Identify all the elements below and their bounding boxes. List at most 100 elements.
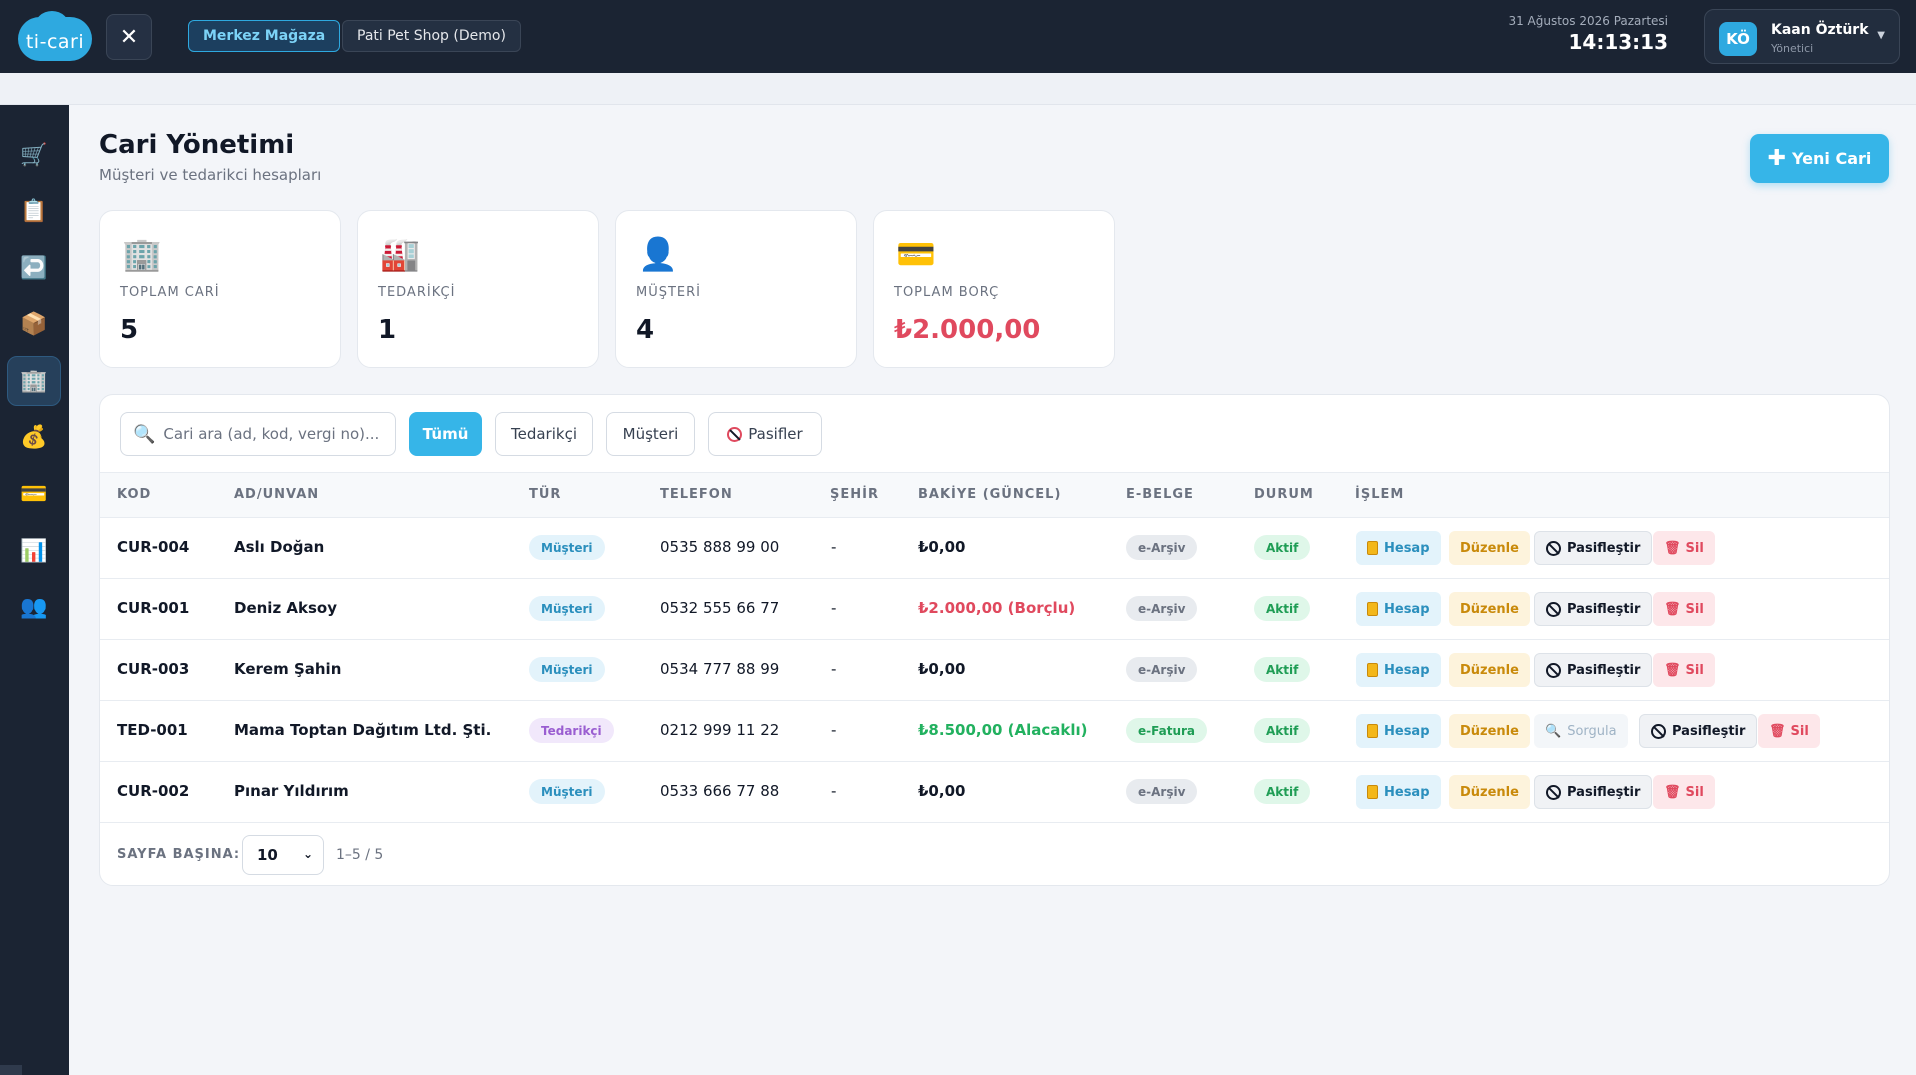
edit-button[interactable]: Düzenle: [1449, 531, 1530, 565]
money-bag-icon[interactable]: 💰: [7, 412, 61, 462]
status-badge: Aktif: [1254, 718, 1311, 743]
stat-value: 1: [378, 315, 397, 345]
deactivate-label: Pasifleştir: [1672, 723, 1746, 739]
stat-value: ₺2.000,00: [894, 315, 1041, 345]
chevron-down-icon: ▼: [1877, 30, 1885, 41]
deactivate-button[interactable]: Pasifleştir: [1639, 714, 1758, 748]
edit-button[interactable]: Düzenle: [1449, 653, 1530, 687]
column-header[interactable]: TÜR: [529, 487, 561, 502]
chevron-down-icon: ⌄: [302, 847, 313, 861]
account-label: Hesap: [1384, 723, 1430, 739]
package-icon[interactable]: 📦: [7, 299, 61, 349]
account-button[interactable]: Hesap: [1356, 592, 1441, 626]
clipboard-icon[interactable]: 📋: [7, 186, 61, 236]
deactivate-button[interactable]: Pasifleştir: [1534, 775, 1653, 809]
delete-label: Sil: [1685, 540, 1704, 556]
close-icon[interactable]: ✕: [106, 14, 152, 60]
status-badge: Aktif: [1254, 596, 1311, 621]
column-header[interactable]: E-BELGE: [1126, 487, 1194, 502]
magnifier-icon: 🔍: [1545, 723, 1562, 739]
stat-card-total: 🏢 TOPLAM CARİ 5: [99, 210, 341, 368]
delete-button[interactable]: 🗑 Sil: [1653, 653, 1715, 687]
delete-button[interactable]: 🗑 Sil: [1758, 714, 1820, 748]
delete-label: Sil: [1790, 723, 1809, 739]
page-title: Cari Yönetimi: [99, 130, 295, 160]
account-label: Hesap: [1384, 662, 1430, 678]
status-badge: Aktif: [1254, 779, 1311, 804]
row-city: -: [831, 599, 837, 617]
accounts-panel: 🔍 Tümü Tedarikçi Müşteri Pasifler KOD AD…: [99, 394, 1890, 886]
users-icon[interactable]: 👥: [7, 582, 61, 632]
trash-icon: 🗑: [1664, 784, 1681, 800]
table-row[interactable]: CUR-004 Aslı Doğan Müşteri 0535 888 99 0…: [100, 518, 1889, 579]
column-header[interactable]: DURUM: [1254, 487, 1314, 502]
table-row[interactable]: CUR-003 Kerem Şahin Müşteri 0534 777 88 …: [100, 640, 1889, 701]
account-button[interactable]: Hesap: [1356, 775, 1441, 809]
filter-supplier-button[interactable]: Tedarikçi: [495, 412, 593, 456]
ebelge-badge: e-Arşiv: [1126, 779, 1198, 804]
table-header: KOD AD/UNVAN TÜR TELEFON ŞEHİR BAKİYE (G…: [100, 472, 1889, 518]
row-city: -: [831, 782, 837, 800]
row-code: CUR-003: [117, 660, 190, 678]
deactivate-button[interactable]: Pasifleştir: [1534, 592, 1653, 626]
ebelge-badge: e-Arşiv: [1126, 535, 1198, 560]
edit-button[interactable]: Düzenle: [1449, 775, 1530, 809]
row-code: TED-001: [117, 721, 188, 739]
table-row[interactable]: CUR-002 Pınar Yıldırım Müşteri 0533 666 …: [100, 762, 1889, 823]
store-tab-demo[interactable]: Pati Pet Shop (Demo): [342, 20, 521, 52]
row-code: CUR-002: [117, 782, 190, 800]
row-balance: ₺0,00: [918, 538, 966, 556]
row-phone: 0212 999 11 22: [660, 721, 780, 739]
app-logo[interactable]: ti-cari: [18, 11, 92, 63]
row-name: Kerem Şahin: [234, 660, 342, 678]
column-header[interactable]: KOD: [117, 487, 151, 502]
row-balance: ₺2.000,00 (Borçlu): [918, 599, 1076, 617]
credit-card-icon: 💳: [896, 235, 936, 273]
return-icon[interactable]: ↩️: [7, 243, 61, 293]
table-row[interactable]: TED-001 Mama Toptan Dağıtım Ltd. Şti. Te…: [100, 701, 1889, 762]
chart-icon[interactable]: 📊: [7, 526, 61, 576]
edit-button[interactable]: Düzenle: [1449, 592, 1530, 626]
delete-label: Sil: [1685, 662, 1704, 678]
column-header[interactable]: TELEFON: [660, 487, 733, 502]
account-button[interactable]: Hesap: [1356, 714, 1441, 748]
user-menu[interactable]: KÖ Kaan Öztürk Yönetici ▼: [1704, 9, 1900, 64]
store-tab-merkez[interactable]: Merkez Mağaza: [188, 20, 341, 52]
user-role: Yönetici: [1771, 42, 1814, 55]
row-balance: ₺8.500,00 (Alacaklı): [918, 721, 1088, 739]
per-page-select[interactable]: 10 ⌄: [242, 835, 324, 875]
delete-button[interactable]: 🗑 Sil: [1653, 592, 1715, 626]
filter-customer-button[interactable]: Müşteri: [606, 412, 695, 456]
column-header[interactable]: BAKİYE (GÜNCEL): [918, 487, 1061, 502]
cart-icon[interactable]: 🛒: [7, 130, 61, 180]
row-balance: ₺0,00: [918, 660, 966, 678]
deactivate-label: Pasifleştir: [1567, 540, 1641, 556]
ledger-icon: [1367, 541, 1378, 555]
table-row[interactable]: CUR-001 Deniz Aksoy Müşteri 0532 555 66 …: [100, 579, 1889, 640]
edit-button[interactable]: Düzenle: [1449, 714, 1530, 748]
account-label: Hesap: [1384, 601, 1430, 617]
stat-label: TEDARİKÇİ: [378, 285, 456, 300]
deactivate-button[interactable]: Pasifleştir: [1534, 653, 1653, 687]
query-button[interactable]: 🔍 Sorgula: [1534, 714, 1628, 748]
delete-button[interactable]: 🗑 Sil: [1653, 531, 1715, 565]
type-badge: Müşteri: [529, 779, 605, 804]
search-input[interactable]: [163, 425, 384, 443]
per-page-value: 10: [257, 846, 278, 864]
building-icon[interactable]: 🏢: [7, 356, 61, 406]
column-header[interactable]: ŞEHİR: [830, 487, 879, 502]
search-box[interactable]: 🔍: [120, 412, 396, 456]
account-button[interactable]: Hesap: [1356, 653, 1441, 687]
stat-card-supplier: 🏭 TEDARİKÇİ 1: [357, 210, 599, 368]
account-button[interactable]: Hesap: [1356, 531, 1441, 565]
filter-all-button[interactable]: Tümü: [409, 412, 482, 456]
type-badge: Müşteri: [529, 596, 605, 621]
credit-card-icon[interactable]: 💳: [7, 469, 61, 519]
row-phone: 0535 888 99 00: [660, 538, 780, 556]
column-header[interactable]: AD/UNVAN: [234, 487, 319, 502]
delete-button[interactable]: 🗑 Sil: [1653, 775, 1715, 809]
new-account-button[interactable]: ✚ Yeni Cari: [1750, 134, 1889, 183]
filter-passive-button[interactable]: Pasifler: [708, 412, 822, 456]
deactivate-button[interactable]: Pasifleştir: [1534, 531, 1653, 565]
ledger-icon: [1367, 602, 1378, 616]
